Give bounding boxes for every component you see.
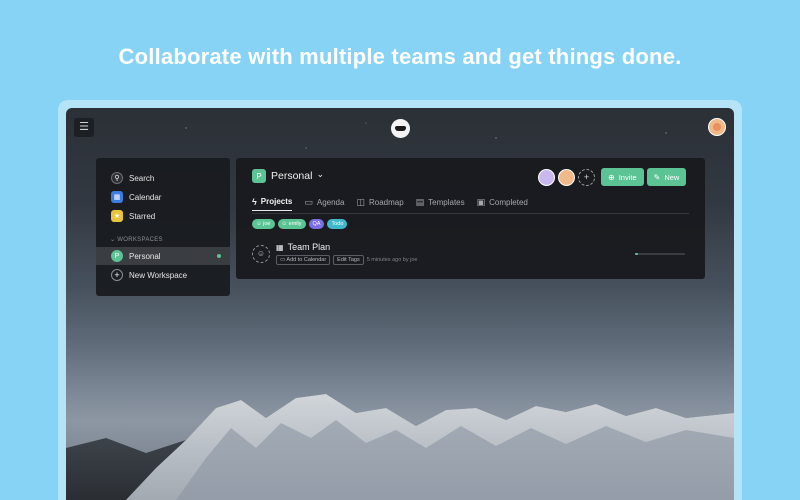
tab-label: Roadmap bbox=[368, 197, 404, 207]
headline: Collaborate with multiple teams and get … bbox=[118, 44, 682, 69]
workspace-switcher[interactable]: P Personal ⌄ bbox=[252, 169, 324, 183]
user-icon: ☺ bbox=[281, 221, 289, 227]
sidebar-item-personal[interactable]: P Personal bbox=[96, 247, 230, 265]
member-bar: + ⊕ Invite ✎ New bbox=[538, 168, 689, 186]
calendar-emoji-icon: ▦ bbox=[276, 242, 284, 252]
edit-tags-button[interactable]: Edit Tags bbox=[333, 255, 364, 265]
divider bbox=[252, 213, 689, 214]
member-avatar-icon[interactable] bbox=[538, 168, 555, 186]
new-label: New bbox=[664, 172, 680, 182]
workspace-name: Personal bbox=[271, 170, 313, 182]
add-to-calendar-button[interactable]: ▭ Add to Calendar bbox=[276, 255, 331, 265]
app-logo-icon bbox=[391, 119, 410, 138]
tag-filter-bar: ☺ joe ☺ emily QA Todo bbox=[252, 219, 350, 229]
tab-bar: ϟ Projects ▭ Agenda ◫ Roadmap ▤ Template… bbox=[252, 193, 540, 213]
calendar-icon: ▦ bbox=[111, 191, 123, 203]
lightning-icon: ϟ bbox=[252, 196, 257, 207]
project-name: Team Plan bbox=[287, 242, 331, 252]
sidebar-item-label: Calendar bbox=[129, 192, 162, 202]
sidebar-item-starred[interactable]: ★ Starred bbox=[96, 207, 230, 225]
sidebar-item-label: Personal bbox=[129, 251, 161, 261]
tab-label: Agenda bbox=[316, 197, 345, 207]
tab-templates[interactable]: ▤ Templates bbox=[416, 193, 465, 211]
workspace-icon: P bbox=[252, 169, 266, 183]
tab-completed[interactable]: ▣ Completed bbox=[477, 193, 528, 211]
invite-button[interactable]: ⊕ Invite bbox=[601, 168, 644, 186]
workspace-icon: P bbox=[111, 250, 123, 262]
invite-label: Invite bbox=[618, 172, 637, 182]
project-progress bbox=[635, 253, 685, 255]
add-member-button[interactable]: + bbox=[578, 168, 595, 186]
workspaces-header: ⌄ WORKSPACES bbox=[110, 237, 163, 243]
document-icon: ▤ bbox=[415, 196, 425, 207]
tab-label: Completed bbox=[489, 197, 528, 207]
calendar-icon: ▭ bbox=[304, 196, 313, 207]
tag-todo[interactable]: Todo bbox=[327, 219, 348, 229]
sidebar-item-label: Search bbox=[129, 173, 155, 183]
member-avatar-icon[interactable] bbox=[558, 168, 575, 186]
tab-projects[interactable]: ϟ Projects bbox=[252, 193, 293, 211]
sidebar-item-label: Starred bbox=[129, 211, 156, 221]
active-indicator bbox=[217, 254, 221, 258]
project-title[interactable]: ▦ Team Plan bbox=[276, 242, 330, 252]
tab-agenda[interactable]: ▭ Agenda bbox=[304, 193, 344, 211]
project-timestamp: 5 minutes ago by joe bbox=[366, 257, 418, 263]
sidebar-item-label: New Workspace bbox=[129, 270, 188, 280]
archive-icon: ▣ bbox=[476, 196, 486, 207]
project-meta: ▭ Add to Calendar Edit Tags 5 minutes ag… bbox=[276, 255, 417, 265]
star-icon: ★ bbox=[111, 210, 123, 222]
sidebar-item-calendar[interactable]: ▦ Calendar bbox=[96, 188, 230, 206]
chevron-down-icon: ⌄ bbox=[316, 168, 324, 179]
workspace-panel: P Personal ⌄ + ⊕ Invite ✎ New ϟ Projects bbox=[236, 158, 705, 279]
user-avatar-icon[interactable] bbox=[708, 118, 726, 136]
new-button[interactable]: ✎ New bbox=[646, 168, 687, 186]
sidebar: ⚲ Search ▦ Calendar ★ Starred ⌄ WORKSPAC… bbox=[96, 158, 230, 296]
map-icon: ◫ bbox=[356, 196, 365, 207]
sidebar-item-search[interactable]: ⚲ Search bbox=[96, 169, 230, 187]
tab-label: Templates bbox=[428, 197, 465, 207]
tag-emily[interactable]: ☺ emily bbox=[277, 219, 306, 229]
menu-button[interactable]: ☰ bbox=[74, 118, 94, 137]
new-workspace-button[interactable]: + New Workspace bbox=[96, 266, 230, 284]
tab-roadmap[interactable]: ◫ Roadmap bbox=[356, 193, 403, 211]
tag-qa[interactable]: QA bbox=[308, 219, 325, 229]
search-icon: ⚲ bbox=[111, 172, 123, 184]
app-window: ☰ ⚲ Search ▦ Calendar ★ Starred ⌄ WORKSP… bbox=[66, 108, 734, 500]
add-user-icon: ⊕ bbox=[608, 172, 615, 182]
edit-icon: ✎ bbox=[653, 172, 661, 182]
plus-icon: + bbox=[111, 269, 123, 281]
tab-label: Projects bbox=[260, 197, 293, 206]
tag-joe[interactable]: ☺ joe bbox=[252, 219, 275, 229]
progress-fill bbox=[635, 253, 638, 255]
assign-member-icon[interactable]: ☺ bbox=[252, 245, 270, 263]
